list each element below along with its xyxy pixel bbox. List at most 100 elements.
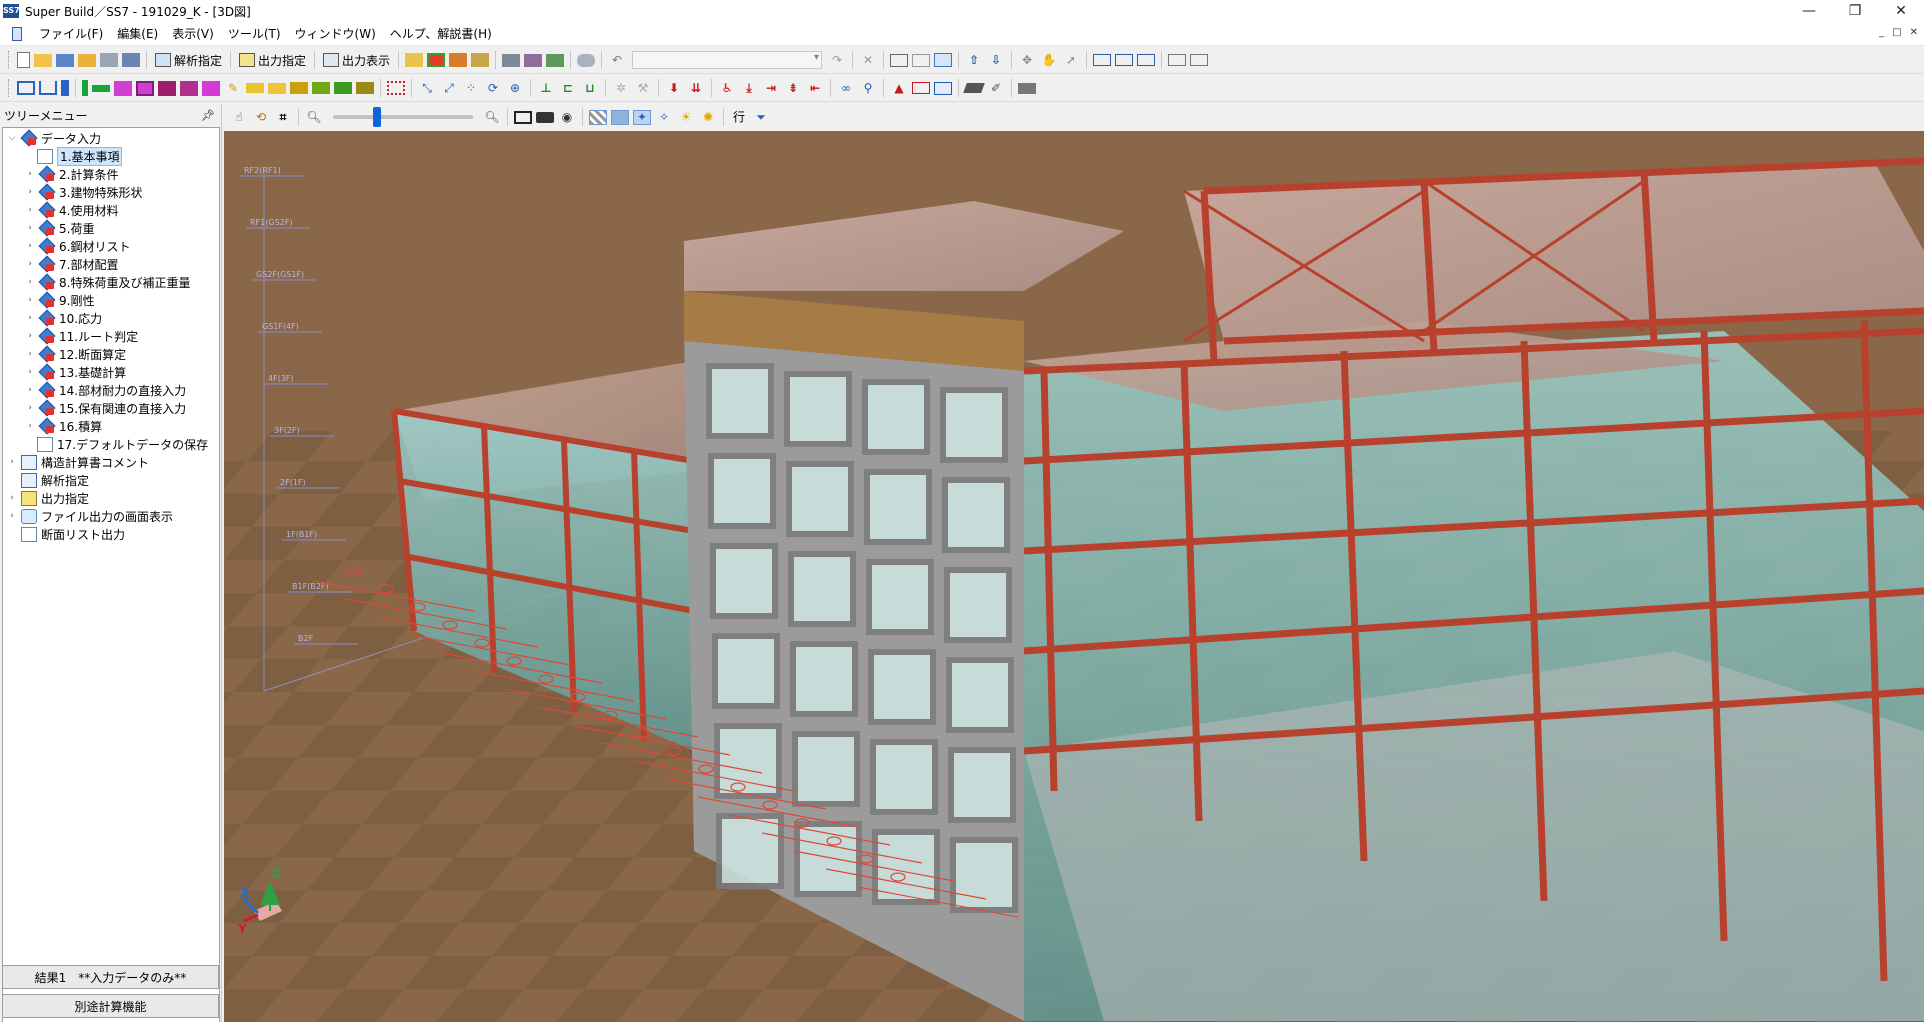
- window-cascade-icon[interactable]: [1093, 54, 1112, 66]
- tree-node-section-list[interactable]: 断面リスト出力: [21, 525, 125, 543]
- expand-icon[interactable]: ›: [25, 187, 35, 197]
- pan-icon[interactable]: ✋: [1040, 51, 1058, 69]
- lamp-icon[interactable]: ✺: [699, 108, 717, 126]
- parapet-icon[interactable]: [312, 82, 330, 94]
- tree-item-7[interactable]: › 7.部材配置: [25, 255, 118, 273]
- expand-icon[interactable]: ›: [25, 331, 35, 341]
- window-tile-v-icon[interactable]: [1137, 54, 1156, 66]
- tree-item-1[interactable]: 1.基本事項: [37, 146, 123, 166]
- tree-item-3[interactable]: › 3.建物特殊形状: [25, 183, 142, 201]
- tree-item-13[interactable]: › 13.基礎計算: [25, 363, 126, 381]
- rigid-zone-icon[interactable]: ⊔: [581, 79, 599, 97]
- open-recent-icon[interactable]: [56, 53, 74, 67]
- expand-icon[interactable]: ›: [25, 385, 35, 395]
- shade-icon[interactable]: [611, 109, 629, 125]
- window-arrange-icon[interactable]: [1168, 54, 1187, 66]
- zoom-out-icon[interactable]: 🔍︎: [305, 108, 323, 126]
- move-icon[interactable]: ✥: [1018, 51, 1036, 69]
- tree-node-file-output[interactable]: › ファイル出力の画面表示: [7, 507, 173, 525]
- document-icon[interactable]: [12, 26, 22, 41]
- expand-icon[interactable]: ›: [25, 259, 35, 269]
- light-spot-icon[interactable]: ✧: [655, 108, 673, 126]
- expand-icon[interactable]: ›: [7, 457, 17, 467]
- expand-icon[interactable]: ›: [25, 313, 35, 323]
- rotate-icon[interactable]: ⟳: [484, 79, 502, 97]
- mdi-minimize-button[interactable]: _: [1879, 27, 1884, 38]
- chain-icon[interactable]: ⚲: [859, 79, 877, 97]
- expand-icon[interactable]: ›: [25, 295, 35, 305]
- separate-calc-button[interactable]: 別途計算機能: [2, 994, 219, 1018]
- eave-icon[interactable]: [334, 82, 352, 94]
- window-tile-h-icon[interactable]: [1115, 54, 1134, 66]
- tree-item-2[interactable]: › 2.計算条件: [25, 165, 118, 183]
- expand-icon[interactable]: ›: [25, 367, 35, 377]
- select-pointer-icon[interactable]: ➚: [1062, 51, 1080, 69]
- maximize-button[interactable]: ❐: [1832, 0, 1878, 22]
- toolbar-grip[interactable]: [8, 51, 11, 69]
- grid-frame-icon[interactable]: [17, 81, 35, 95]
- matrix-icon[interactable]: [387, 81, 405, 95]
- collapse-icon[interactable]: ⌵: [7, 133, 17, 143]
- load-right-icon[interactable]: ⇥: [762, 79, 780, 97]
- stair-icon[interactable]: [290, 82, 308, 94]
- menu-view[interactable]: 表示(V): [165, 22, 221, 46]
- column-icon[interactable]: [82, 80, 88, 96]
- beam-icon[interactable]: [92, 84, 110, 92]
- render-icon[interactable]: ◉: [558, 108, 576, 126]
- print-setup-icon[interactable]: [546, 53, 565, 67]
- tree-item-6[interactable]: › 6.鋼材リスト: [25, 237, 130, 255]
- save-as-icon[interactable]: [122, 53, 140, 67]
- camera-icon[interactable]: [536, 111, 554, 123]
- layout-icon[interactable]: [934, 53, 953, 67]
- menu-file[interactable]: ファイル(F): [32, 22, 110, 46]
- tree-item-15[interactable]: › 15.保有関連の直接入力: [25, 399, 186, 417]
- gyo-char-icon[interactable]: 行: [730, 108, 748, 126]
- load-person-icon[interactable]: ♿: [718, 79, 736, 97]
- edit-pen-icon[interactable]: ✐: [987, 79, 1005, 97]
- brace-icon[interactable]: [180, 80, 198, 96]
- sun-icon[interactable]: ☀: [677, 108, 695, 126]
- zoom-in-icon[interactable]: 🔍︎: [483, 108, 501, 126]
- table-view2-icon[interactable]: [912, 53, 931, 67]
- menu-edit[interactable]: 編集(E): [110, 22, 165, 46]
- display-mode-icon[interactable]: [514, 110, 532, 124]
- envelope-icon[interactable]: [268, 82, 286, 94]
- table-view-icon[interactable]: [890, 53, 909, 67]
- tree-item-16[interactable]: › 16.積算: [25, 417, 102, 435]
- node-split-icon[interactable]: ⁘: [462, 79, 480, 97]
- expand-icon[interactable]: ›: [7, 493, 17, 503]
- connect-icon[interactable]: ∞: [837, 79, 855, 97]
- warning-icon[interactable]: ▲: [890, 79, 908, 97]
- undo-history-select[interactable]: [632, 51, 823, 69]
- load-moment-icon[interactable]: ⇤: [806, 79, 824, 97]
- link-icon[interactable]: ⊕: [506, 79, 524, 97]
- load-point-icon[interactable]: ⬇: [665, 79, 683, 97]
- color-icon[interactable]: [427, 53, 446, 67]
- folder-icon[interactable]: [78, 53, 96, 67]
- light-icon[interactable]: ✦: [633, 109, 651, 125]
- save-icon[interactable]: [100, 53, 118, 67]
- stamp-icon[interactable]: [471, 53, 490, 67]
- tree-item-9[interactable]: › 9.剛性: [25, 291, 94, 309]
- delete-icon[interactable]: ✕: [859, 51, 877, 69]
- tree-item-12[interactable]: › 12.断面算定: [25, 345, 126, 363]
- list-icon[interactable]: [449, 53, 468, 67]
- undo-icon[interactable]: ↶: [608, 51, 626, 69]
- result-selector-button[interactable]: 結果1 **入力データのみ**: [2, 965, 219, 989]
- analysis-setting-button[interactable]: 解析指定: [151, 50, 226, 70]
- tree-node-analysis[interactable]: 解析指定: [21, 471, 89, 489]
- report-icon[interactable]: [934, 81, 952, 95]
- crop-icon[interactable]: ⌗: [274, 108, 292, 126]
- node-add-icon[interactable]: ⤢: [440, 79, 458, 97]
- print-preview-icon[interactable]: [524, 53, 543, 67]
- eraser-icon[interactable]: [963, 83, 985, 93]
- expand-icon[interactable]: ›: [25, 421, 35, 431]
- opening-icon[interactable]: [158, 80, 176, 96]
- tree-item-10[interactable]: › 10.応力: [25, 309, 102, 327]
- wall-icon[interactable]: [114, 80, 132, 96]
- mdi-close-button[interactable]: ✕: [1910, 27, 1918, 38]
- pin-icon[interactable]: 📌︎: [201, 109, 215, 122]
- load-down-icon[interactable]: ⤓: [740, 79, 758, 97]
- menu-help[interactable]: ヘルプ、解説書(H): [383, 22, 499, 46]
- tree-item-17[interactable]: 17.デフォルトデータの保存: [37, 435, 208, 453]
